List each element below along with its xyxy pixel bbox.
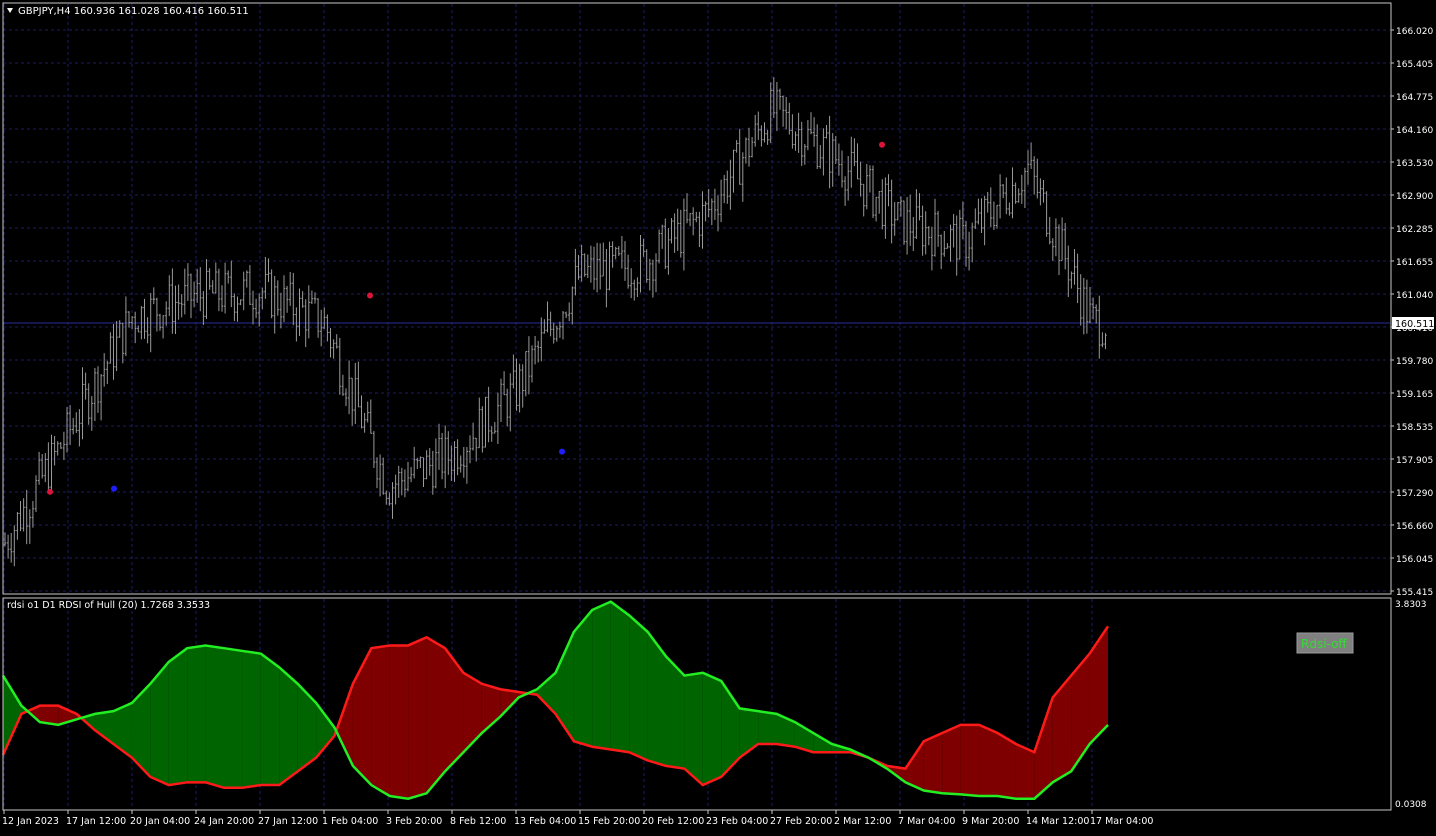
price-tick-label: 155.415 <box>1396 588 1433 598</box>
fill-segment <box>242 650 261 788</box>
fill-segment <box>592 601 611 750</box>
time-tick-label: 12 Jan 2023 <box>2 816 59 827</box>
time-tick-label: 15 Feb 20:00 <box>578 816 640 827</box>
time-tick-label: 13 Feb 04:00 <box>514 816 576 827</box>
time-tick-label: 14 Mar 12:00 <box>1026 816 1089 827</box>
price-tick-label: 161.655 <box>1396 258 1433 268</box>
fill-segment <box>389 645 409 799</box>
price-tick-label: 162.285 <box>1396 225 1433 235</box>
fill-segment <box>260 653 280 786</box>
fill-segment <box>408 637 427 799</box>
fill-segment <box>684 672 703 786</box>
current-price-label: 160.511 <box>1392 317 1434 330</box>
fill-segment <box>629 615 648 761</box>
fill-segment <box>168 648 188 786</box>
rdsi-off-label: Rdsi-off <box>1301 637 1347 651</box>
sell-signal-dot <box>879 141 885 148</box>
price-tick-label: 165.405 <box>1396 60 1433 70</box>
fill-segment <box>960 724 980 797</box>
fill-segment <box>426 637 445 794</box>
time-tick-label: 3 Feb 20:00 <box>386 816 442 827</box>
price-tick-label: 157.905 <box>1396 456 1433 466</box>
indicator-scale-max: 3.8303 <box>1395 600 1427 610</box>
fill-segment <box>610 601 630 753</box>
price-tick-label: 157.290 <box>1396 489 1433 499</box>
main-header: GBPJPY,H4 160.936 161.028 160.416 160.51… <box>18 6 249 17</box>
current-price-value: 160.511 <box>1395 319 1434 330</box>
time-tick-label: 27 Jan 12:00 <box>258 816 318 827</box>
price-tick-label: 162.900 <box>1396 192 1433 202</box>
price-tick-label: 164.775 <box>1396 93 1433 103</box>
fill-segment <box>702 672 722 786</box>
time-tick-label: 9 Mar 20:00 <box>962 816 1019 827</box>
fill-segment <box>224 648 243 788</box>
time-tick-label: 24 Jan 20:00 <box>194 816 254 827</box>
price-tick-label: 164.160 <box>1396 126 1433 136</box>
price-tick-label: 159.165 <box>1396 390 1433 400</box>
fill-segment <box>758 711 777 744</box>
chart-canvas[interactable]: GBPJPY,H4 160.936 161.028 160.416 160.51… <box>0 0 1436 832</box>
fill-segment <box>279 667 298 786</box>
fill-segment <box>205 645 224 788</box>
price-tick-label: 166.020 <box>1396 27 1433 37</box>
rdsi-off-button[interactable]: Rdsi-off <box>1296 632 1354 654</box>
indicator-scale-min: 0.0308 <box>1395 800 1427 810</box>
fill-segment <box>942 724 961 795</box>
sell-signal-dot <box>47 488 53 495</box>
sell-signal-dot <box>367 292 373 299</box>
trading-chart-window[interactable]: GBPJPY,H4 160.936 161.028 160.416 160.51… <box>0 0 1436 832</box>
buy-signal-dot <box>111 485 117 492</box>
fill-segment <box>187 645 206 783</box>
price-tick-label: 159.780 <box>1396 357 1433 367</box>
time-tick-label: 7 Mar 04:00 <box>898 816 955 827</box>
fill-segment <box>979 724 998 797</box>
time-tick-label: 27 Feb 20:00 <box>770 816 832 827</box>
buy-signal-dot <box>559 448 565 455</box>
time-tick-label: 8 Feb 12:00 <box>450 816 506 827</box>
price-tick-label: 156.045 <box>1396 555 1433 565</box>
time-tick-label: 23 Feb 04:00 <box>706 816 768 827</box>
time-tick-label: 20 Feb 12:00 <box>642 816 704 827</box>
time-tick-label: 17 Jan 12:00 <box>66 816 126 827</box>
price-tick-label: 163.530 <box>1396 159 1433 169</box>
time-tick-label: 20 Jan 04:00 <box>130 816 190 827</box>
price-tick-label: 158.535 <box>1396 423 1433 433</box>
time-tick-label: 17 Mar 04:00 <box>1090 816 1153 827</box>
time-tick-label: 1 Feb 04:00 <box>322 816 378 827</box>
fill-segment <box>923 733 943 794</box>
indicator-header: rdsi o1 D1 RDSI of Hull (20) 1.7268 3.35… <box>7 600 210 611</box>
price-tick-label: 156.660 <box>1396 522 1433 532</box>
fill-segment <box>371 645 390 797</box>
price-tick-label: 161.040 <box>1396 291 1433 301</box>
time-tick-label: 2 Mar 12:00 <box>834 816 891 827</box>
